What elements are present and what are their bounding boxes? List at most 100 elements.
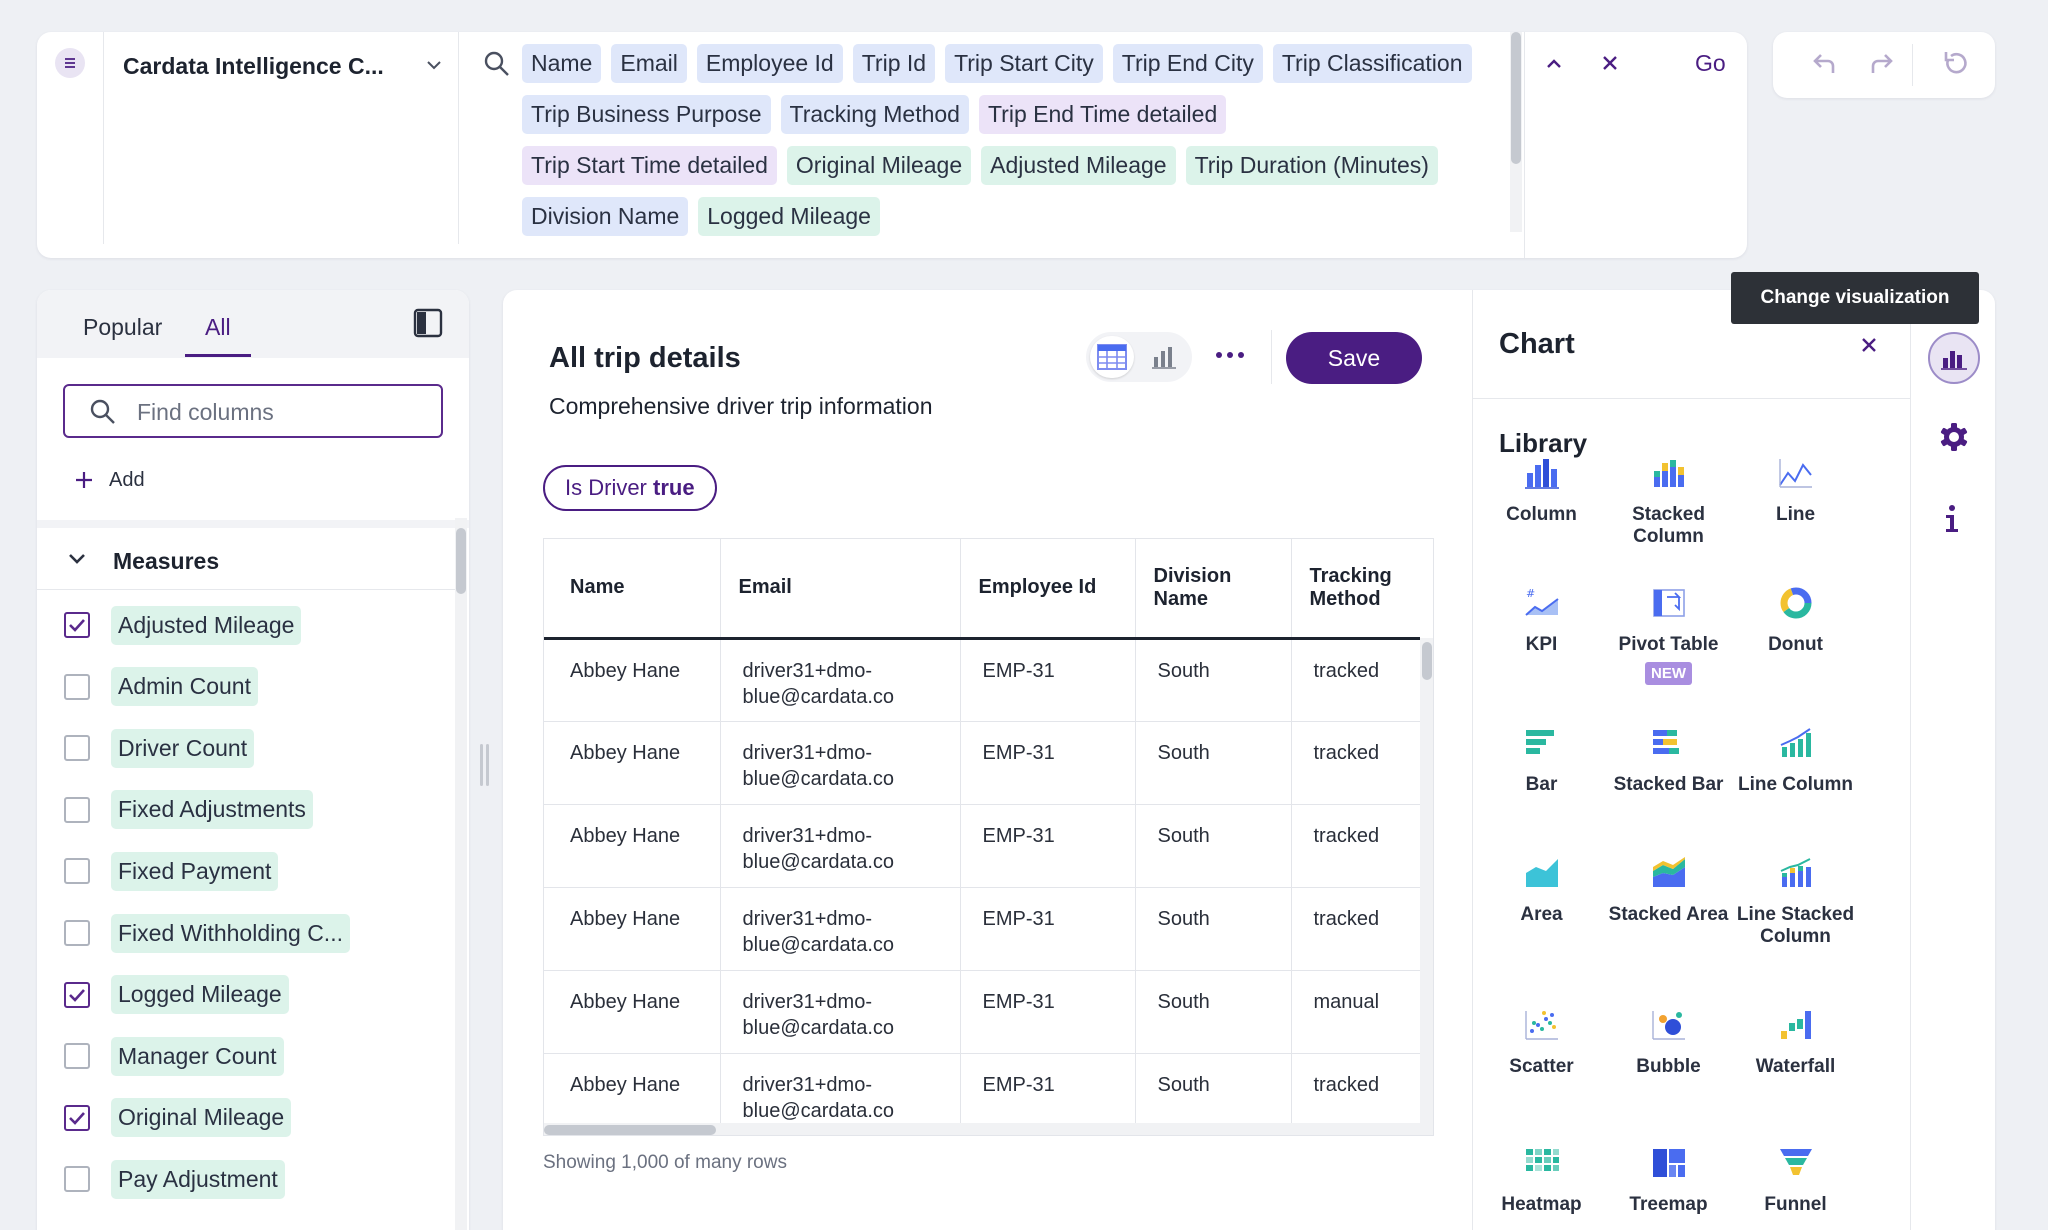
column-checkbox[interactable] <box>64 981 90 1008</box>
column-item[interactable]: Fixed Adjustments <box>37 779 467 841</box>
gear-icon[interactable] <box>1939 422 1969 452</box>
table-row[interactable]: Abbey Hane driver31+dmo-blue@cardata.co EM… <box>544 637 1420 721</box>
chart-view-button[interactable] <box>1142 336 1186 378</box>
chart-type-donut[interactable]: Donut <box>1732 580 1859 656</box>
search-token[interactable]: Trip End City <box>1112 44 1263 83</box>
search-token[interactable]: Trip Start Time detailed <box>522 146 777 185</box>
column-checkbox[interactable] <box>64 735 90 762</box>
panel-toggle-icon[interactable] <box>413 308 443 338</box>
tab-all[interactable]: All <box>205 314 231 341</box>
column-item[interactable]: Pay Adjustment <box>37 1148 467 1210</box>
collapse-up-icon[interactable] <box>1545 56 1563 70</box>
search-token[interactable]: Trip End Time detailed <box>978 95 1227 134</box>
table-row[interactable]: Abbey Hane driver31+dmo-blue@cardata.co EM… <box>544 886 1420 970</box>
stacked-column-chart-icon <box>1605 450 1732 496</box>
table-cell: South <box>1134 803 1291 887</box>
search-token[interactable]: Name <box>522 44 602 83</box>
info-icon[interactable] <box>1943 504 1961 534</box>
chart-type-bar[interactable]: Bar <box>1478 720 1605 796</box>
column-checkbox[interactable] <box>64 858 90 885</box>
chart-type-area[interactable]: Area <box>1478 850 1605 926</box>
kpi-chart-icon: # <box>1478 580 1605 626</box>
column-item[interactable]: Logged Mileage <box>37 964 467 1026</box>
reset-icon[interactable] <box>1943 50 1969 76</box>
chart-type-line[interactable]: Line <box>1732 450 1859 526</box>
measures-section-header[interactable]: Measures <box>37 528 457 590</box>
more-options-icon[interactable] <box>1215 350 1245 360</box>
chart-type-waterfall[interactable]: Waterfall <box>1732 1002 1859 1078</box>
search-token[interactable]: Trip Id <box>852 44 936 83</box>
table-cell: EMP-31 <box>959 637 1135 721</box>
search-token[interactable]: Original Mileage <box>786 146 972 185</box>
column-checkbox[interactable] <box>64 1043 90 1070</box>
menu-button[interactable] <box>55 48 85 78</box>
column-item[interactable]: Driver Count <box>37 717 467 779</box>
search-token[interactable]: Email <box>611 44 687 83</box>
search-token[interactable]: Tracking Method <box>780 95 969 134</box>
table-horizontal-scrollbar[interactable] <box>544 1123 1433 1135</box>
column-checkbox[interactable] <box>64 1104 90 1131</box>
table-view-button[interactable] <box>1090 336 1134 378</box>
chart-type-line-stacked-column[interactable]: Line Stacked Column <box>1732 850 1859 948</box>
chart-type-kpi[interactable]: # KPI <box>1478 580 1605 656</box>
column-item[interactable]: Fixed Withholding C... <box>37 902 467 964</box>
chart-type-funnel[interactable]: Funnel <box>1732 1140 1859 1216</box>
search-scrollbar[interactable] <box>1510 32 1522 232</box>
search-token[interactable]: Trip Classification <box>1272 44 1472 83</box>
table-row[interactable]: Abbey Hane driver31+dmo-blue@cardata.co EM… <box>544 803 1420 887</box>
go-button[interactable]: Go <box>1695 50 1726 77</box>
filter-chip[interactable]: Is Driver true <box>543 465 717 511</box>
chart-type-stacked-bar[interactable]: Stacked Bar <box>1605 720 1732 796</box>
search-token[interactable]: Trip Duration (Minutes) <box>1185 146 1438 185</box>
answer-title[interactable]: All trip details <box>549 342 741 375</box>
table-row[interactable]: Abbey Hane driver31+dmo-blue@cardata.co EM… <box>544 720 1420 804</box>
chart-type-stacked-area[interactable]: Stacked Area <box>1605 850 1732 926</box>
panel-resize-handle[interactable] <box>479 744 491 786</box>
column-item[interactable]: Fixed Payment <box>37 840 467 902</box>
search-token[interactable]: Trip Business Purpose <box>522 95 771 134</box>
save-button[interactable]: Save <box>1286 332 1422 384</box>
answer-description[interactable]: Comprehensive driver trip information <box>549 393 933 420</box>
column-header[interactable]: Employee Id <box>959 539 1135 638</box>
column-item[interactable]: Original Mileage <box>37 1087 467 1149</box>
column-checkbox[interactable] <box>64 1166 90 1193</box>
search-token[interactable]: Division Name <box>522 197 689 236</box>
find-columns-input[interactable]: Find columns <box>63 384 443 438</box>
column-checkbox[interactable] <box>64 673 90 700</box>
tab-popular[interactable]: Popular <box>83 314 162 341</box>
data-source-selector[interactable]: Cardata Intelligence C... <box>123 48 443 84</box>
add-label: Add <box>109 468 145 491</box>
column-header[interactable]: Division Name <box>1134 539 1291 638</box>
column-header[interactable]: Tracking Method <box>1290 539 1420 638</box>
add-column-button[interactable]: Add <box>73 466 145 494</box>
column-item[interactable]: Adjusted Mileage <box>37 594 467 656</box>
table-row[interactable]: Abbey Hane driver31+dmo-blue@cardata.co EM… <box>544 969 1420 1053</box>
chart-type-stacked-column[interactable]: Stacked Column <box>1605 450 1732 548</box>
column-checkbox[interactable] <box>64 920 90 946</box>
clear-search-icon[interactable] <box>1600 53 1620 73</box>
chart-type-line-column[interactable]: Line Column <box>1732 720 1859 796</box>
chart-type-bubble[interactable]: Bubble <box>1605 1002 1732 1078</box>
table-vertical-scrollbar[interactable] <box>1420 638 1433 1128</box>
chart-type-scatter[interactable]: Scatter <box>1478 1002 1605 1078</box>
chart-type-column[interactable]: Column <box>1478 450 1605 526</box>
column-item[interactable]: Admin Count <box>37 656 467 718</box>
redo-icon[interactable] <box>1869 53 1895 75</box>
column-panel-scrollbar[interactable] <box>455 518 467 1230</box>
chart-type-heatmap[interactable]: Heatmap <box>1478 1140 1605 1216</box>
column-header[interactable]: Email <box>719 539 960 638</box>
column-header[interactable]: Name <box>544 539 720 638</box>
line-column-chart-icon <box>1732 720 1859 766</box>
search-token[interactable]: Employee Id <box>696 44 843 83</box>
undo-icon[interactable] <box>1811 53 1837 75</box>
chart-type-treemap[interactable]: Treemap <box>1605 1140 1732 1216</box>
column-item[interactable]: Manager Count <box>37 1025 467 1087</box>
column-checkbox[interactable] <box>64 796 90 823</box>
search-token[interactable]: Logged Mileage <box>698 197 880 236</box>
search-token[interactable]: Trip Start City <box>945 44 1103 83</box>
search-tokens[interactable]: Name Email Employee Id Trip Id Trip Start Ci… <box>522 44 1497 244</box>
change-visualization-button[interactable] <box>1928 332 1980 384</box>
column-checkbox[interactable] <box>64 612 90 638</box>
chart-type-pivot-table[interactable]: Pivot Table NEW <box>1605 580 1732 685</box>
search-token[interactable]: Adjusted Mileage <box>981 146 1176 185</box>
